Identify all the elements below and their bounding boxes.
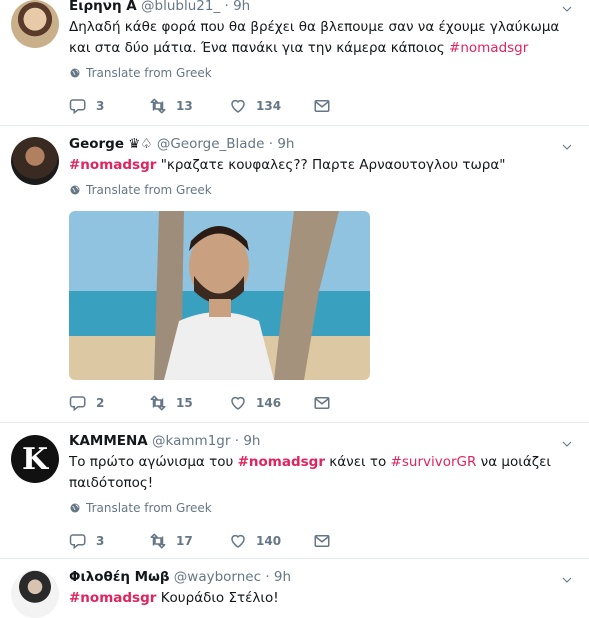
chevron-down-icon[interactable] (561, 574, 573, 586)
retweet-count: 15 (176, 396, 193, 410)
retweet-icon (149, 394, 167, 412)
reply-icon (69, 532, 87, 550)
translate-link[interactable]: Translate from Greek (69, 501, 577, 515)
user-name[interactable]: Ειρηνη Α (69, 0, 137, 14)
like-button[interactable]: 146 (229, 394, 313, 412)
tweet-text: Δηλαδή κάθε φορά που θα βρέχει θα βλεπου… (69, 17, 577, 59)
like-icon (229, 97, 247, 115)
message-button[interactable] (313, 394, 393, 412)
timestamp[interactable]: 9h (277, 136, 294, 152)
name-emoji: ♛♤ (128, 136, 153, 152)
retweet-button[interactable]: 15 (149, 394, 229, 412)
tweet-text-body: κάνει το (325, 454, 391, 470)
globe-icon (69, 67, 81, 79)
translate-link[interactable]: Translate from Greek (69, 183, 577, 197)
reply-count: 3 (96, 534, 105, 548)
tweet-text-body: Κουράδιο Στέλιο! (156, 590, 279, 606)
user-handle[interactable]: @George_Blade (157, 136, 265, 152)
tweet[interactable]: Ειρηνη Α @blublu21_ · 9h Δηλαδή κάθε φορ… (0, 0, 589, 126)
tweet-text: #nomadsgr "κραζατε κουφαλες?? Παρτε Αρνα… (69, 155, 577, 176)
retweet-count: 17 (176, 534, 193, 548)
hashtag-link[interactable]: #nomadsgr (69, 157, 156, 173)
user-handle[interactable]: @blublu21_ (141, 0, 220, 14)
reply-button[interactable]: 2 (69, 394, 149, 412)
retweet-count: 13 (176, 99, 193, 113)
message-button[interactable] (313, 532, 393, 550)
tweet[interactable]: Φιλοθέη Μωβ @waybornec · 9h #nomadsgr Κο… (0, 559, 589, 618)
like-count: 140 (256, 534, 282, 548)
timestamp[interactable]: 9h (233, 0, 250, 14)
tweet-text-body: "κραζατε κουφαλες?? Παρτε Αρναουτογλου τ… (156, 157, 506, 173)
translate-link[interactable]: Translate from Greek (69, 66, 577, 80)
hashtag-link[interactable]: #nomadsgr (238, 454, 325, 470)
separator: · (265, 569, 270, 585)
tweet-text-body: Το πρώτο αγώνισμα του (69, 454, 238, 470)
user-name[interactable]: ΚΑΜΜΕΝΑ (69, 433, 148, 449)
avatar[interactable] (11, 137, 59, 185)
like-button[interactable]: 134 (229, 97, 313, 115)
timestamp[interactable]: 9h (274, 569, 291, 585)
translate-label: Translate from Greek (86, 66, 212, 80)
user-name[interactable]: George (69, 136, 124, 152)
like-icon (229, 532, 247, 550)
tweet-text: Το πρώτο αγώνισμα του #nomadsgr κάνει το… (69, 452, 577, 494)
avatar[interactable]: K (11, 435, 59, 483)
tweet-text: #nomadsgr Κουράδιο Στέλιο! (69, 588, 577, 609)
avatar-logo-letter: K (21, 441, 49, 477)
separator: · (234, 433, 240, 449)
avatar[interactable] (11, 0, 59, 48)
retweet-button[interactable]: 17 (149, 532, 229, 550)
message-icon (313, 394, 331, 412)
photo-image (69, 211, 370, 380)
like-count: 146 (256, 396, 282, 410)
hashtag-link[interactable]: #nomadsgr (69, 590, 156, 606)
retweet-icon (149, 97, 167, 115)
message-icon (313, 532, 331, 550)
retweet-button[interactable]: 13 (149, 97, 229, 115)
like-button[interactable]: 140 (229, 532, 313, 550)
translate-label: Translate from Greek (86, 501, 212, 515)
chevron-down-icon[interactable] (561, 438, 573, 450)
chevron-down-icon[interactable] (561, 3, 573, 15)
like-count: 134 (256, 99, 282, 113)
separator: · (224, 0, 229, 14)
retweet-icon (149, 532, 167, 550)
reply-count: 2 (96, 396, 105, 410)
chevron-down-icon[interactable] (561, 141, 573, 153)
globe-icon (69, 184, 81, 196)
timestamp[interactable]: 9h (243, 433, 260, 449)
reply-icon (69, 97, 87, 115)
reply-icon (69, 394, 87, 412)
reply-button[interactable]: 3 (69, 97, 149, 115)
user-handle[interactable]: @waybornec (174, 569, 261, 585)
message-button[interactable] (313, 97, 393, 115)
hashtag-link[interactable]: #survivorGR (391, 454, 477, 470)
tweet-photo[interactable] (69, 211, 370, 380)
tweet[interactable]: George ♛♤ @George_Blade · 9h #nomadsgr "… (0, 126, 589, 423)
hashtag-link[interactable]: #nomadsgr (449, 40, 528, 56)
avatar[interactable] (11, 570, 59, 618)
tweet[interactable]: K ΚΑΜΜΕΝΑ @kamm1gr · 9h Το πρώτο αγώνισμ… (0, 423, 589, 559)
globe-icon (69, 502, 81, 514)
user-name[interactable]: Φιλοθέη Μωβ (69, 569, 170, 585)
message-icon (313, 97, 331, 115)
user-handle[interactable]: @kamm1gr (152, 433, 230, 449)
like-icon (229, 394, 247, 412)
reply-count: 3 (96, 99, 105, 113)
separator: · (268, 136, 274, 152)
translate-label: Translate from Greek (86, 183, 212, 197)
reply-button[interactable]: 3 (69, 532, 149, 550)
